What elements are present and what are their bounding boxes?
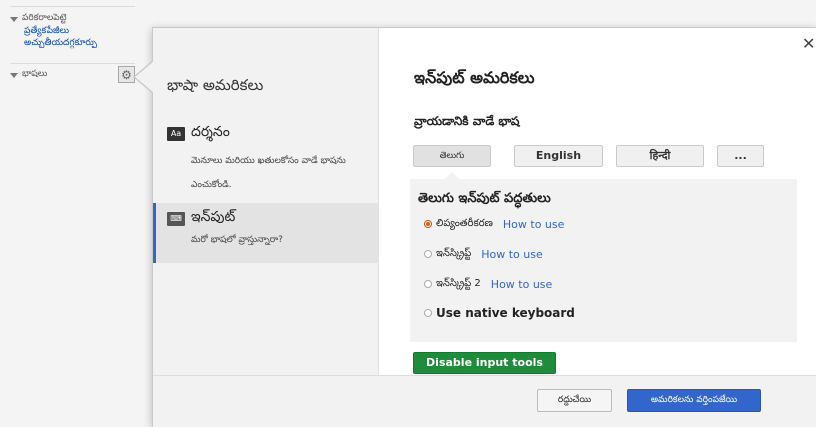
- sidebar-divider: [10, 6, 135, 7]
- apply-settings-button[interactable]: అమరికలను వర్తింపజేయి: [627, 389, 761, 412]
- collapse-triangle-icon: [10, 72, 18, 78]
- how-to-use-link[interactable]: How to use: [481, 248, 543, 261]
- tools-portlet-title: పరికరాలపెట్టె: [22, 13, 67, 23]
- cancel-button[interactable]: రద్దుచేయి: [537, 389, 612, 412]
- tools-portlet: పరికరాలపెట్టె ప్రత్యేకపేజీలు అచ్చుతీయదగ్…: [10, 13, 97, 49]
- language-button-telugu[interactable]: తెలుగు: [413, 145, 491, 167]
- sidebar-divider: [10, 63, 135, 64]
- how-to-use-link[interactable]: How to use: [503, 218, 565, 231]
- method-label: Use native keyboard: [436, 306, 575, 320]
- language-button-hindi[interactable]: हिन्दी: [616, 145, 704, 167]
- language-heading: వ్రాయడానికి వాడే భాష: [414, 114, 520, 128]
- radio-icon[interactable]: [424, 309, 432, 317]
- languages-portlet-toggle[interactable]: భాషలు: [10, 69, 47, 81]
- selection-pointer: [445, 172, 459, 179]
- menu-item-label: దర్శనం: [191, 124, 230, 140]
- languages-portlet-title: భాషలు: [22, 69, 48, 79]
- printable-version-link[interactable]: అచ్చుతీయదగ్గకూర్పు: [10, 37, 97, 49]
- method-transliteration[interactable]: లిప్యంతరీకరణ How to use: [424, 217, 564, 231]
- languages-portlet: భాషలు: [10, 69, 47, 81]
- display-icon: Aa: [167, 126, 185, 141]
- method-inscript-2[interactable]: ఇన్‌స్క్రిప్ట్ 2 How to use: [424, 277, 552, 291]
- tools-portlet-toggle[interactable]: పరికరాలపెట్టె: [10, 13, 97, 25]
- more-languages-button[interactable]: ...: [717, 145, 764, 167]
- dialog-caret: [135, 61, 154, 93]
- radio-icon[interactable]: [424, 280, 432, 288]
- panel-title: ఇన్‌పుట్ అమరికలు: [414, 68, 535, 87]
- close-icon[interactable]: ✕: [802, 34, 815, 53]
- disable-input-tools-button[interactable]: Disable input tools: [413, 352, 556, 374]
- settings-menu: భాషా అమరికలు Aa దర్శనం మెనూలు మరియు ఖతుల…: [153, 28, 379, 375]
- special-pages-link[interactable]: ప్రత్యేకపేజీలు: [10, 25, 97, 37]
- how-to-use-link[interactable]: How to use: [491, 278, 553, 291]
- methods-heading: తెలుగు ఇన్‌పుట్ పద్ధతులు: [418, 191, 551, 206]
- input-methods-panel: తెలుగు ఇన్‌పుట్ పద్ధతులు లిప్యంతరీకరణ Ho…: [410, 179, 797, 342]
- radio-selected-icon[interactable]: [424, 220, 432, 228]
- menu-item-input[interactable]: ⌨ ఇన్‌పుట్ మరో భాషలో వ్రాస్తున్నారా?: [153, 203, 379, 263]
- language-button-english[interactable]: English: [514, 145, 603, 167]
- method-label: ఇన్‌స్క్రిప్ట్: [436, 248, 472, 259]
- method-native-keyboard[interactable]: Use native keyboard: [424, 306, 575, 320]
- dialog-footer: రద్దుచేయి అమరికలను వర్తింపజేయి: [153, 375, 816, 427]
- menu-item-description: మెనూలు మరియు ఖతులకోసం వాడే భాషను ఎంచుకోం…: [191, 156, 346, 190]
- menu-item-label: ఇన్‌పుట్: [191, 209, 236, 225]
- method-label: ఇన్‌స్క్రిప్ట్ 2: [436, 278, 481, 289]
- menu-item-display[interactable]: Aa దర్శనం మెనూలు మరియు ఖతులకోసం వాడే భాష…: [153, 124, 379, 196]
- method-inscript[interactable]: ఇన్‌స్క్రిప్ట్ How to use: [424, 247, 543, 261]
- language-settings-dialog: భాషా అమరికలు Aa దర్శనం మెనూలు మరియు ఖతుల…: [152, 27, 816, 427]
- collapse-triangle-icon: [10, 16, 18, 22]
- sidebar: పరికరాలపెట్టె ప్రత్యేకపేజీలు అచ్చుతీయదగ్…: [0, 0, 152, 427]
- method-label: లిప్యంతరీకరణ: [436, 218, 493, 229]
- keyboard-icon: ⌨: [167, 211, 185, 226]
- menu-item-description: మరో భాషలో వ్రాస్తున్నారా?: [191, 235, 283, 245]
- radio-icon[interactable]: [424, 250, 432, 258]
- menu-title: భాషా అమరికలు: [167, 76, 264, 94]
